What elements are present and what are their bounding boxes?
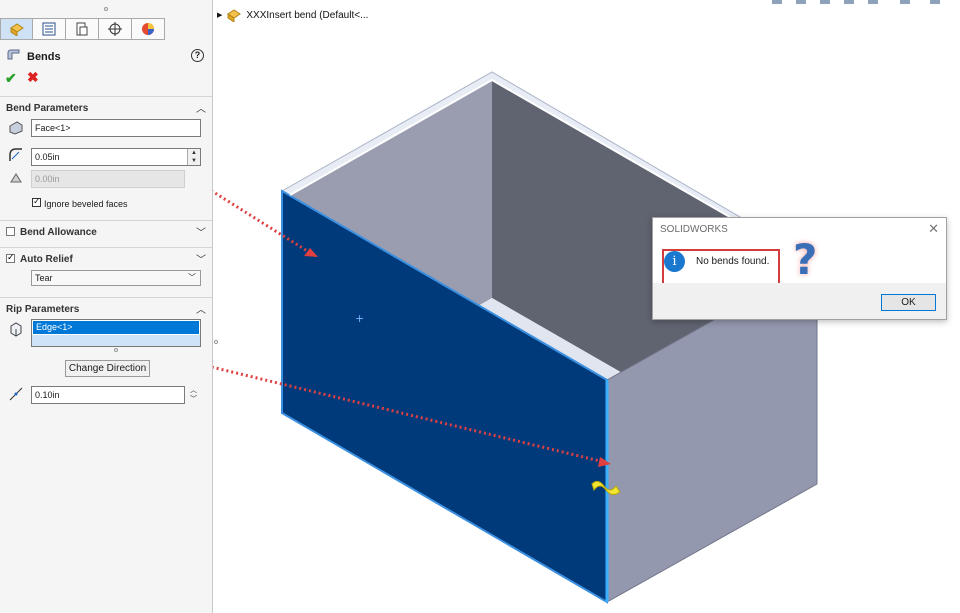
- ok-check-icon[interactable]: ✔: [5, 70, 17, 87]
- thickness-icon: [10, 173, 22, 183]
- section-bend-allowance[interactable]: Bend Allowance ﹀: [0, 220, 212, 241]
- manager-tabs: [0, 18, 168, 40]
- rip-edges-list[interactable]: Edge<1>: [31, 319, 201, 347]
- tab-property-manager[interactable]: [33, 18, 66, 40]
- change-direction-button[interactable]: Change Direction: [65, 360, 150, 377]
- dropdown-arrow-icon: ﹀: [188, 273, 196, 282]
- tab-configuration-manager[interactable]: [66, 18, 99, 40]
- dialog-footer: OK: [653, 283, 946, 319]
- collapse-chevron-icon[interactable]: ︿: [196, 100, 206, 115]
- bend-allowance-checkbox[interactable]: [6, 227, 15, 236]
- bend-radius-value: 0.05in: [35, 152, 60, 162]
- dialog-title: SOLIDWORKS: [660, 224, 728, 235]
- section-label: Bend Allowance: [20, 227, 97, 238]
- fixed-face-field[interactable]: Face<1>: [31, 119, 201, 137]
- relief-type-select[interactable]: Tear ﹀: [31, 270, 201, 286]
- panel-splitter-handle[interactable]: [104, 7, 108, 11]
- section-auto-relief[interactable]: Auto Relief ﹀: [0, 247, 212, 268]
- close-icon[interactable]: ✕: [928, 221, 939, 237]
- question-mark-icon: ?: [793, 235, 818, 284]
- property-manager: Bends ? ✔ ✖ Bend Parameters ︿ Face<1> 0.…: [0, 0, 213, 613]
- panel-collapse-handle[interactable]: [214, 340, 218, 344]
- relief-type-value: Tear: [35, 273, 53, 283]
- collapse-chevron-icon[interactable]: ︿: [196, 301, 206, 316]
- rip-gap-input[interactable]: 0.10in: [31, 386, 185, 404]
- expand-chevron-icon[interactable]: ﹀: [196, 251, 206, 266]
- edge-selection-icon: [10, 322, 22, 337]
- rip-edges-empty-row: [32, 335, 200, 346]
- section-label: Bend Parameters: [6, 103, 89, 114]
- bend-radius-input[interactable]: 0.05in ▲ ▼: [31, 148, 201, 166]
- bend-radius-spinner[interactable]: ▲ ▼: [187, 149, 200, 165]
- list-resize-handle[interactable]: [114, 348, 118, 352]
- section-label: Rip Parameters: [6, 304, 80, 315]
- cancel-x-icon[interactable]: ✖: [27, 69, 39, 86]
- crosshair-icon: [108, 22, 122, 36]
- section-bend-parameters[interactable]: Bend Parameters ︿: [0, 96, 212, 117]
- part-icon: [9, 23, 24, 36]
- expand-chevron-icon[interactable]: ﹀: [196, 224, 206, 239]
- rip-edge-item[interactable]: Edge<1>: [33, 321, 199, 334]
- fixed-face-icon: [9, 121, 23, 135]
- rip-gap-icon: [9, 387, 23, 401]
- help-icon[interactable]: ?: [191, 49, 204, 62]
- thickness-input: 0.00in: [31, 170, 185, 188]
- section-label: Auto Relief: [20, 254, 73, 265]
- rip-gap-spinner[interactable]: ︿ ﹀: [188, 386, 199, 404]
- panel-title: Bends: [27, 51, 61, 63]
- origin-marker-icon: +: [355, 312, 364, 325]
- auto-relief-checkbox[interactable]: [6, 252, 15, 263]
- section-rip-parameters[interactable]: Rip Parameters ︿: [0, 297, 212, 318]
- tab-dimxpert[interactable]: [99, 18, 132, 40]
- ignore-beveled-checkbox[interactable]: [32, 196, 41, 207]
- configuration-icon: [76, 22, 88, 36]
- appearance-ball-icon: [142, 23, 154, 35]
- tab-display-manager[interactable]: [132, 18, 165, 40]
- ok-button[interactable]: OK: [881, 294, 936, 311]
- bends-feature-icon: [7, 49, 20, 60]
- message-dialog: SOLIDWORKS ✕ i No bends found. ? OK: [652, 217, 947, 320]
- bend-radius-icon: [9, 148, 22, 161]
- property-list-icon: [42, 22, 56, 36]
- tab-feature-manager[interactable]: [0, 18, 33, 40]
- ignore-beveled-label: Ignore beveled faces: [44, 199, 128, 209]
